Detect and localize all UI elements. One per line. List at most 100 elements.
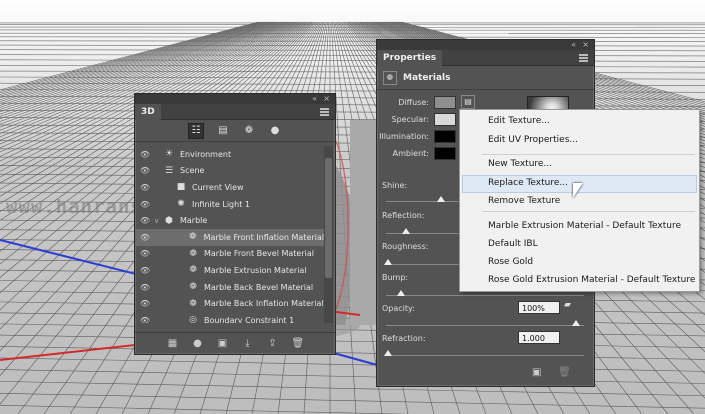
menu-item-edit-texture[interactable]: Edit Texture... bbox=[488, 116, 550, 126]
illumination-color-swatch[interactable] bbox=[434, 130, 456, 143]
specular-color-swatch[interactable] bbox=[434, 113, 456, 126]
visibility-eye-icon[interactable]: 👁 bbox=[136, 200, 154, 209]
refraction-input[interactable]: 1.000 bbox=[518, 331, 560, 344]
mesh-ground-icon[interactable]: ▦ bbox=[167, 338, 179, 349]
scrollbar-thumb[interactable] bbox=[325, 158, 332, 278]
bump-slider[interactable] bbox=[386, 290, 584, 296]
render-icon[interactable]: ▣ bbox=[217, 338, 229, 349]
texture-context-menu: Edit Texture... Edit UV Properties... Ne… bbox=[459, 109, 700, 292]
materials-filter-icon[interactable]: ❁ bbox=[242, 124, 256, 138]
roughness-slider-knob[interactable] bbox=[384, 259, 392, 265]
tree-row[interactable]: 👁 ✺ Infinite Light 1 bbox=[136, 196, 324, 213]
panel-tabrow: 3D bbox=[135, 104, 335, 120]
whole-scene-filter-icon[interactable]: ☷ bbox=[188, 122, 204, 139]
tab-3d[interactable]: 3D bbox=[135, 104, 161, 120]
light-icon: ✺ bbox=[177, 199, 185, 210]
delete-icon[interactable]: 🗑 bbox=[292, 338, 305, 349]
menu-item-edit-uv-properties[interactable]: Edit UV Properties... bbox=[488, 135, 578, 145]
visibility-eye-icon[interactable]: 👁 bbox=[136, 249, 154, 258]
reflection-slider-knob[interactable] bbox=[402, 228, 410, 234]
refraction-label: Refraction: bbox=[382, 334, 426, 343]
close-icon[interactable]: × bbox=[323, 94, 330, 104]
collapse-icon[interactable]: « bbox=[571, 40, 576, 50]
tree-row[interactable]: 👁 ❁ Marble Extrusion Material bbox=[136, 262, 324, 279]
menu-item-rose-gold[interactable]: Rose Gold bbox=[488, 257, 533, 267]
opacity-slider-knob[interactable] bbox=[572, 320, 580, 326]
tree-row-label: Marble Back Inflation Material bbox=[204, 299, 324, 309]
menu-item-default-ibl[interactable]: Default IBL bbox=[488, 239, 538, 249]
panel-topbar[interactable]: « × bbox=[377, 40, 594, 50]
visibility-eye-icon[interactable]: 👁 bbox=[136, 266, 154, 275]
visibility-eye-icon[interactable]: 👁 bbox=[136, 316, 154, 323]
add-light-icon[interactable]: ● bbox=[192, 338, 204, 349]
tree-row-label: Infinite Light 1 bbox=[192, 199, 250, 209]
panel-bottom-toolbar: ▦ ● ▣ ⤓ ⇪ 🗑 bbox=[135, 332, 335, 354]
visibility-eye-icon[interactable]: 👁 bbox=[136, 233, 154, 242]
lights-filter-icon[interactable]: ● bbox=[268, 124, 282, 138]
menu-item-replace-texture[interactable]: Replace Texture... bbox=[488, 178, 568, 188]
mouse-pointer-icon bbox=[573, 183, 583, 198]
material-icon: ❁ bbox=[189, 248, 197, 259]
tree-row[interactable]: 👁 ☰ Scene bbox=[136, 163, 324, 180]
opacity-folder-icon[interactable]: ▰ bbox=[564, 300, 571, 310]
menu-item-new-texture[interactable]: New Texture... bbox=[488, 159, 552, 169]
visibility-eye-icon[interactable]: 👁 bbox=[136, 283, 154, 292]
scene-tree: 👁 ☀ Environment 👁 ☰ Scene 👁 ■ Current View 👁 ✺ Infi… bbox=[136, 146, 324, 323]
menu-item-marble-extrusion-texture[interactable]: Marble Extrusion Material - Default Text… bbox=[488, 221, 681, 231]
bump-slider-knob[interactable] bbox=[397, 290, 405, 296]
panel-tabrow: Properties bbox=[377, 50, 594, 66]
tree-row[interactable]: 👁 ☀ Environment bbox=[136, 146, 324, 163]
refraction-slider[interactable] bbox=[384, 350, 584, 356]
tree-row[interactable]: 👁 ■ Current View bbox=[136, 179, 324, 196]
visibility-eye-icon[interactable]: 👁 bbox=[136, 216, 154, 225]
tree-row[interactable]: 👁 ❁ Marble Front Inflation Material bbox=[136, 228, 324, 246]
panel-topbar[interactable]: « × bbox=[135, 94, 335, 104]
shine-slider-knob[interactable] bbox=[437, 196, 445, 202]
drop-to-plane-icon[interactable]: ⤓ bbox=[242, 338, 254, 349]
collapse-icon[interactable]: « bbox=[312, 94, 317, 104]
visibility-eye-icon[interactable]: 👁 bbox=[136, 299, 154, 308]
visibility-eye-icon[interactable]: 👁 bbox=[136, 150, 154, 159]
render-icon[interactable]: ▣ bbox=[532, 367, 541, 378]
meshes-filter-icon[interactable]: ▤ bbox=[216, 124, 230, 138]
tree-row[interactable]: 👁 ∨ ⬢ Marble bbox=[136, 212, 324, 229]
diffuse-label: Diffuse: bbox=[398, 98, 429, 107]
tab-properties[interactable]: Properties bbox=[377, 50, 443, 66]
diffuse-texture-icon[interactable]: ▤ bbox=[461, 95, 475, 109]
export-icon[interactable]: ⇪ bbox=[267, 338, 279, 349]
constraint-icon: ◎ bbox=[189, 315, 197, 323]
roughness-label: Roughness: bbox=[382, 242, 429, 251]
ambient-label: Ambient: bbox=[392, 149, 429, 158]
material-icon: ❁ bbox=[189, 265, 197, 276]
environment-icon: ☀ bbox=[164, 149, 174, 160]
refraction-slider-knob[interactable] bbox=[384, 350, 392, 356]
visibility-eye-icon[interactable]: 👁 bbox=[136, 166, 154, 175]
diffuse-color-swatch[interactable] bbox=[434, 96, 456, 109]
expand-caret-icon[interactable]: ∨ bbox=[154, 217, 162, 225]
material-icon: ❁ bbox=[188, 232, 197, 243]
opacity-input[interactable]: 100% bbox=[518, 301, 560, 314]
menu-item-rose-gold-extrusion-texture[interactable]: Rose Gold Extrusion Material - Default T… bbox=[488, 275, 695, 285]
panel-menu-icon[interactable] bbox=[320, 108, 329, 116]
opacity-slider[interactable] bbox=[386, 320, 584, 326]
tree-row-label: Marble Back Bevel Material bbox=[204, 282, 314, 292]
tree-row[interactable]: 👁 ❁ Marble Front Bevel Material bbox=[136, 246, 324, 263]
panel-menu-icon[interactable] bbox=[579, 54, 588, 62]
tree-row-label: Marble Front Inflation Material bbox=[203, 232, 324, 242]
specular-label: Specular: bbox=[391, 115, 429, 124]
mesh-icon: ⬢ bbox=[165, 215, 173, 226]
tree-row[interactable]: 👁 ❁ Marble Back Bevel Material bbox=[136, 279, 324, 296]
opacity-label: Opacity: bbox=[382, 304, 415, 313]
close-icon[interactable]: × bbox=[582, 40, 589, 50]
tree-row-label: Environment bbox=[180, 149, 232, 159]
tree-row[interactable]: 👁 ❁ Marble Back Inflation Material bbox=[136, 295, 324, 312]
delete-icon[interactable]: 🗑 bbox=[558, 367, 571, 378]
menu-item-remove-texture[interactable]: Remove Texture bbox=[488, 196, 560, 206]
ambient-color-swatch[interactable] bbox=[434, 147, 456, 160]
tree-scrollbar[interactable] bbox=[324, 146, 333, 323]
camera-icon: ■ bbox=[176, 182, 186, 193]
visibility-eye-icon[interactable]: 👁 bbox=[136, 183, 154, 192]
illumination-label: Illumination: bbox=[379, 132, 429, 141]
tree-row[interactable]: 👁 ◎ Boundary Constraint 1 bbox=[136, 312, 324, 323]
material-icon: ❁ bbox=[189, 282, 197, 293]
